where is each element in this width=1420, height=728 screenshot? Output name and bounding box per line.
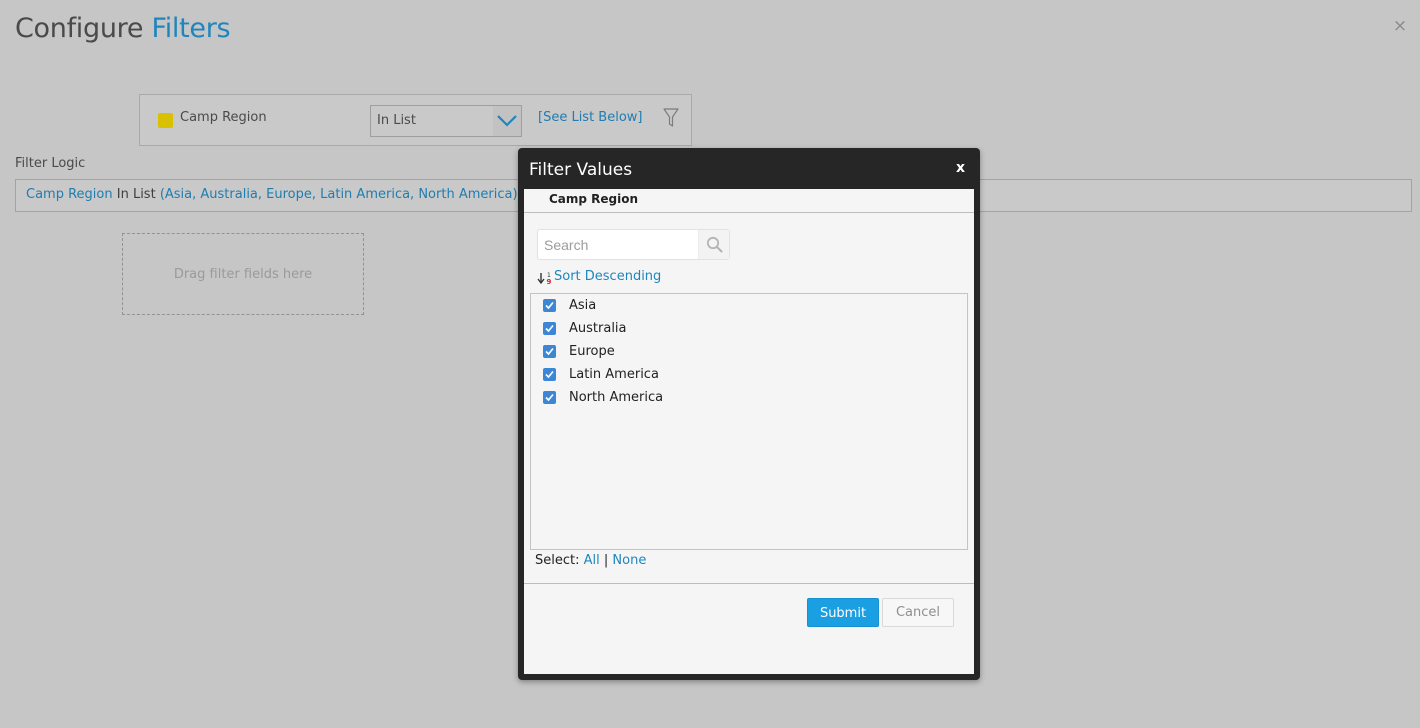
select-label: Select: [535, 553, 580, 568]
field-color-swatch [158, 113, 173, 128]
value-label: Latin America [569, 367, 659, 382]
svg-text:9: 9 [547, 278, 552, 285]
search-icon [706, 236, 723, 253]
search-input[interactable] [538, 230, 698, 259]
value-label: Europe [569, 344, 615, 359]
filter-logic-label: Filter Logic [15, 156, 86, 171]
modal-field-name: Camp Region [549, 192, 639, 206]
modal-body: Camp Region 19 Sort Descending Asia Aust… [524, 189, 974, 674]
submit-button[interactable]: Submit [807, 598, 879, 627]
operator-select-value: In List [377, 113, 416, 128]
select-separator: | [603, 553, 609, 568]
drop-zone-text: Drag filter fields here [173, 266, 313, 282]
chevron-down-icon[interactable] [493, 106, 521, 136]
modal-title: Filter Values [529, 160, 633, 180]
filter-field-name: Camp Region [180, 110, 267, 125]
operator-select[interactable]: In List [370, 105, 522, 137]
sort-descending-label: Sort Descending [554, 269, 662, 284]
logic-operator: In List [112, 187, 160, 202]
modal-close-button[interactable]: x [956, 160, 965, 176]
logic-values: (Asia, Australia, Europe, Latin America,… [159, 187, 518, 202]
sort-descending-icon: 19 [537, 270, 554, 286]
value-label: Australia [569, 321, 627, 336]
value-label: Asia [569, 298, 597, 313]
see-list-link[interactable]: [See List Below] [538, 110, 643, 125]
sort-descending-button[interactable]: 19 Sort Descending [537, 269, 662, 286]
value-item[interactable]: Europe [531, 340, 967, 363]
value-list: Asia Australia Europe Latin America Nort… [530, 293, 968, 550]
checkbox-checked[interactable] [543, 368, 556, 381]
checkbox-checked[interactable] [543, 391, 556, 404]
value-item[interactable]: North America [531, 386, 967, 409]
modal-field-header: Camp Region [524, 189, 974, 213]
value-label: North America [569, 390, 664, 405]
filter-drop-zone[interactable]: Drag filter fields here [122, 233, 364, 315]
page-title-prefix: Configure [15, 13, 144, 44]
value-item[interactable]: Australia [531, 317, 967, 340]
close-icon[interactable]: × [1392, 18, 1408, 35]
checkbox-checked[interactable] [543, 299, 556, 312]
page-title: Configure Filters [15, 13, 231, 44]
footer-divider [524, 583, 974, 584]
search-box [537, 229, 730, 260]
value-item[interactable]: Asia [531, 294, 967, 317]
funnel-icon[interactable] [663, 108, 679, 132]
select-all-link[interactable]: All [584, 553, 600, 568]
checkbox-checked[interactable] [543, 345, 556, 358]
logic-field: Camp Region [26, 187, 113, 202]
page-title-accent: Filters [151, 13, 231, 44]
filter-values-modal: Filter Values x Camp Region 19 Sort Desc… [518, 148, 980, 680]
cancel-button[interactable]: Cancel [882, 598, 954, 627]
select-none-link[interactable]: None [612, 553, 646, 568]
value-item[interactable]: Latin America [531, 363, 967, 386]
checkbox-checked[interactable] [543, 322, 556, 335]
search-button[interactable] [698, 230, 729, 259]
select-controls: Select: All | None [535, 553, 646, 568]
filter-row: Camp Region In List [See List Below] [139, 94, 692, 146]
